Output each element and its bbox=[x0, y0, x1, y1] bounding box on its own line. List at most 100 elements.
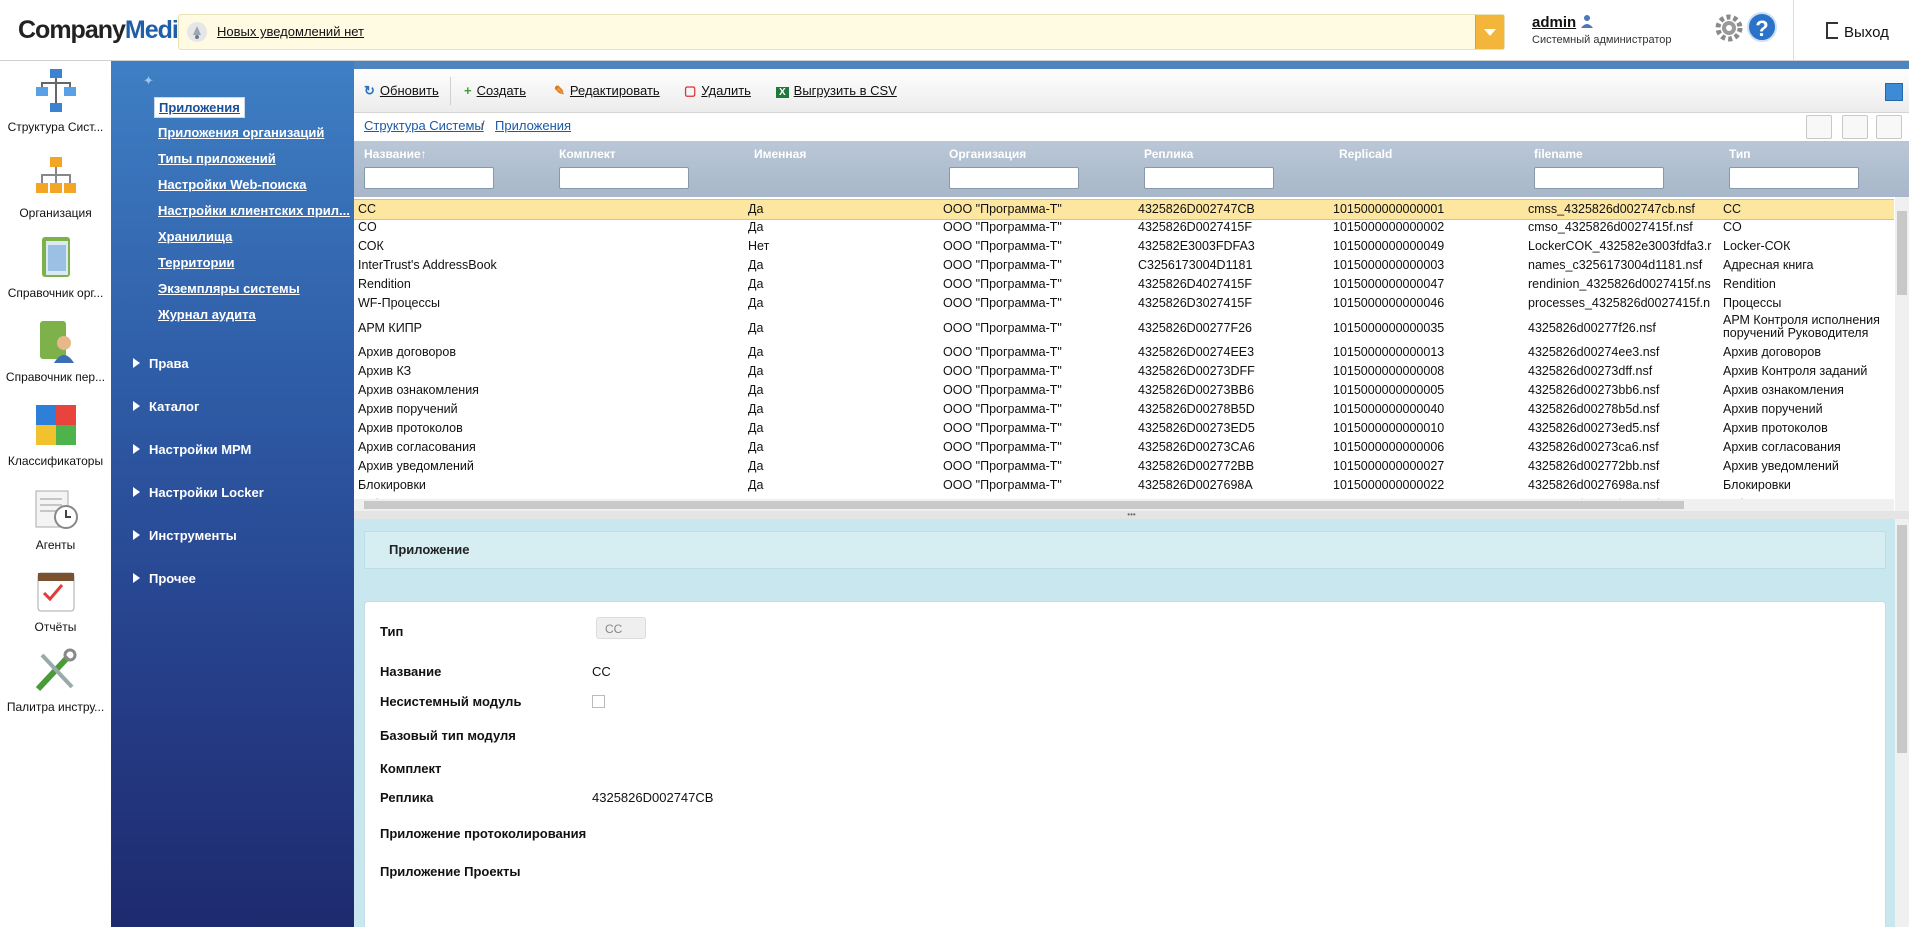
list-view-icon[interactable] bbox=[1806, 115, 1832, 139]
table-row[interactable]: Блокировки Да ООО "Программа-Т" 4325826D002… bbox=[354, 476, 1894, 495]
table-row[interactable]: Архив ознакомления Да ООО "Программа-Т" 432… bbox=[354, 381, 1894, 400]
filter-organization-input[interactable] bbox=[949, 167, 1079, 189]
notification-text[interactable]: Новых уведомлений нет bbox=[217, 24, 364, 39]
classifiers-icon bbox=[35, 405, 76, 445]
user-name-link[interactable]: admin bbox=[1532, 14, 1576, 31]
detail-vertical-scrollbar[interactable] bbox=[1895, 519, 1909, 927]
refresh-button[interactable]: ↻ Обновить bbox=[364, 83, 439, 99]
column-header-name[interactable]: Название↑ bbox=[364, 147, 427, 161]
help-button[interactable]: ? bbox=[1747, 12, 1777, 42]
scrollbar-thumb[interactable] bbox=[1897, 525, 1907, 753]
column-header-named[interactable]: Именная bbox=[754, 147, 806, 161]
breadcrumb-system-structure[interactable]: Структура Системы bbox=[364, 118, 484, 133]
nav-item-org-applications[interactable]: Приложения организаций bbox=[158, 125, 324, 140]
table-row[interactable]: CO Да ООО "Программа-Т" 4325826D0027415F 101… bbox=[354, 218, 1894, 237]
split-vertical-view-icon[interactable] bbox=[1842, 115, 1868, 139]
field-type-value[interactable]: CC bbox=[596, 617, 646, 639]
table-cell: cmss_4325826d002747cb.nsf bbox=[1528, 202, 1695, 216]
grid-vertical-scrollbar[interactable] bbox=[1895, 197, 1909, 511]
pin-icon[interactable]: ✦ bbox=[143, 73, 154, 89]
nav-group-catalog[interactable]: Каталог bbox=[133, 399, 199, 414]
notification-bar[interactable]: Новых уведомлений нет bbox=[178, 14, 1505, 50]
create-button[interactable]: + Создать bbox=[464, 83, 526, 98]
nav-item-system-instances[interactable]: Экземпляры системы bbox=[158, 281, 300, 296]
nav-item-application-types[interactable]: Типы приложений bbox=[158, 151, 276, 166]
table-cell: 4325826D00277F26 bbox=[1138, 321, 1252, 335]
table-row[interactable]: Архив протоколов Да ООО "Программа-Т" 43258… bbox=[354, 419, 1894, 438]
notification-dropdown-button[interactable] bbox=[1475, 15, 1504, 49]
nav-item-applications[interactable]: Приложения bbox=[154, 97, 245, 118]
table-row[interactable]: Архив договоров Да ООО "Программа-Т" 432582… bbox=[354, 343, 1894, 362]
export-csv-button[interactable]: X Выгрузить в CSV bbox=[776, 83, 897, 98]
nav-group-tools[interactable]: Инструменты bbox=[133, 528, 237, 543]
table-row[interactable]: СОК Нет ООО "Программа-Т" 432582E3003FDFA3 1… bbox=[354, 237, 1894, 256]
table-row[interactable]: Архив уведомлений Да ООО "Программа-Т" 4325… bbox=[354, 457, 1894, 476]
module-classifiers[interactable]: Классификаторы bbox=[0, 401, 111, 468]
breadcrumb-applications[interactable]: Приложения bbox=[495, 118, 571, 133]
table-cell: 1015000000000005 bbox=[1333, 383, 1445, 397]
table-cell: CC bbox=[358, 202, 377, 216]
fullscreen-icon[interactable] bbox=[1885, 83, 1903, 101]
notification-bell-icon bbox=[187, 22, 207, 42]
module-agents[interactable]: Агенты bbox=[0, 485, 111, 552]
table-row[interactable]: Архив поручений Да ООО "Программа-Т" 432582… bbox=[354, 400, 1894, 419]
expand-arrow-icon bbox=[133, 358, 140, 368]
filter-name-input[interactable] bbox=[364, 167, 494, 189]
column-header-replicaid[interactable]: ReplicaId bbox=[1339, 147, 1392, 161]
module-tools-palette[interactable]: Палитра инстру... bbox=[0, 647, 111, 714]
column-header-filename[interactable]: filename bbox=[1534, 147, 1583, 161]
system-structure-icon bbox=[35, 69, 76, 112]
nav-group-mrm-settings[interactable]: Настройки МРМ bbox=[133, 442, 251, 457]
filter-filename-input[interactable] bbox=[1534, 167, 1664, 189]
nav-group-rights[interactable]: Права bbox=[133, 356, 189, 371]
edit-button[interactable]: ✎ Редактировать bbox=[554, 83, 660, 99]
module-personnel-directory[interactable]: Справочник пер... bbox=[0, 317, 111, 384]
section-navigation: ✦ Приложения Приложения организаций Типы… bbox=[111, 61, 354, 927]
detail-tab[interactable]: Приложение bbox=[364, 531, 1886, 569]
module-org-directory[interactable]: Справочник орг... bbox=[0, 233, 111, 300]
module-reports[interactable]: Отчёты bbox=[0, 567, 111, 634]
grid-horizontal-scrollbar[interactable] bbox=[354, 499, 1894, 511]
scrollbar-thumb[interactable] bbox=[364, 501, 1684, 509]
table-row[interactable]: WF-Процессы Да ООО "Программа-Т" 4325826D30… bbox=[354, 294, 1894, 313]
nav-item-audit-log[interactable]: Журнал аудита bbox=[158, 307, 256, 322]
table-cell: Архив согласования bbox=[358, 440, 476, 454]
logout-button[interactable]: Выход bbox=[1826, 22, 1889, 41]
nonsystem-module-checkbox[interactable] bbox=[592, 695, 605, 708]
column-header-type[interactable]: Тип bbox=[1729, 147, 1751, 161]
table-row[interactable]: InterTrust's AddressBook Да ООО "Программа… bbox=[354, 256, 1894, 275]
table-row[interactable]: Архив КЗ Да ООО "Программа-Т" 4325826D00273… bbox=[354, 362, 1894, 381]
settings-gear-icon[interactable] bbox=[1715, 14, 1743, 42]
nav-group-other[interactable]: Прочее bbox=[133, 571, 196, 586]
nav-item-territories[interactable]: Территории bbox=[158, 255, 234, 270]
company-logo[interactable]: CompanyMedia bbox=[18, 16, 192, 45]
nav-item-client-app-settings[interactable]: Настройки клиентских прил... bbox=[158, 203, 350, 218]
pencil-icon: ✎ bbox=[554, 83, 565, 98]
filter-set-input[interactable] bbox=[559, 167, 689, 189]
table-cell: 1015000000000047 bbox=[1333, 277, 1445, 291]
table-row[interactable]: Архив согласования Да ООО "Программа-Т" 432… bbox=[354, 438, 1894, 457]
table-row[interactable]: CC Да ООО "Программа-Т" 4325826D002747CB 101… bbox=[354, 199, 1894, 220]
module-system-structure[interactable]: Структура Сист... bbox=[0, 67, 111, 145]
nav-item-storages[interactable]: Хранилища bbox=[158, 229, 232, 244]
pane-splitter[interactable]: ••• bbox=[354, 511, 1909, 519]
delete-button[interactable]: ▢ Удалить bbox=[684, 83, 751, 99]
filter-type-input[interactable] bbox=[1729, 167, 1859, 189]
column-header-set[interactable]: Комплект bbox=[559, 147, 616, 161]
module-organization[interactable]: Организация bbox=[0, 153, 111, 220]
nav-item-web-search-settings[interactable]: Настройки Web-поиска bbox=[158, 177, 306, 192]
columns-view-icon[interactable] bbox=[1876, 115, 1902, 139]
field-name-value: CC bbox=[592, 664, 611, 679]
table-cell: Rendition bbox=[358, 277, 411, 291]
column-header-organization[interactable]: Организация bbox=[949, 147, 1026, 161]
table-row[interactable]: Rendition Да ООО "Программа-Т" 4325826D4027… bbox=[354, 275, 1894, 294]
scrollbar-thumb[interactable] bbox=[1897, 211, 1907, 295]
table-cell: ООО "Программа-Т" bbox=[943, 239, 1062, 253]
column-header-replica[interactable]: Реплика bbox=[1144, 147, 1193, 161]
table-cell: Да bbox=[748, 321, 764, 335]
nav-group-locker-settings[interactable]: Настройки Locker bbox=[133, 485, 264, 500]
table-cell: Архив Контроля заданий bbox=[1723, 364, 1868, 378]
table-row[interactable]: АРМ КИПР Да ООО "Программа-Т" 4325826D00277… bbox=[354, 313, 1894, 343]
table-cell: ООО "Программа-Т" bbox=[943, 220, 1062, 234]
filter-replica-input[interactable] bbox=[1144, 167, 1274, 189]
